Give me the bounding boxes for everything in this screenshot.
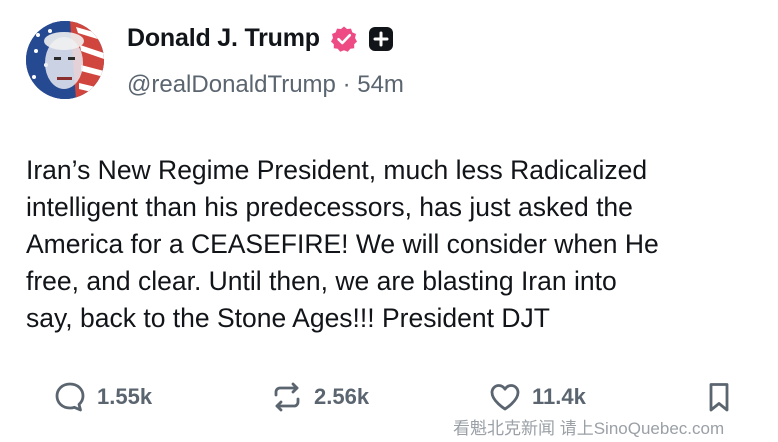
like-count: 11.4k xyxy=(532,384,586,409)
handle-row: @realDonaldTrump · 54m xyxy=(127,71,404,99)
watermark-text: 看魁北克新闻 请上SinoQuebec.com xyxy=(453,419,725,438)
heart-icon xyxy=(488,380,522,414)
author-name[interactable]: Donald J. Trump xyxy=(127,24,320,53)
avatar[interactable] xyxy=(26,21,104,99)
post-time[interactable]: 54m xyxy=(357,71,404,98)
post-text-line: America for a CEASEFIRE! We will conside… xyxy=(26,229,659,259)
separator-dot: · xyxy=(342,71,351,98)
plus-badge-icon xyxy=(368,26,394,52)
author-row: Donald J. Trump xyxy=(127,24,394,53)
post-text-line: free, and clear. Until then, we are blas… xyxy=(26,266,617,296)
author-handle[interactable]: @realDonaldTrump xyxy=(127,71,336,98)
post-text-line: intelligent than his predecessors, has j… xyxy=(26,192,633,222)
post-card: Donald J. Trump @realDonaldTrump · 54m I… xyxy=(0,0,778,442)
repost-icon xyxy=(270,380,304,414)
repost-button[interactable]: 2.56k xyxy=(270,372,369,422)
bookmark-icon xyxy=(702,380,736,414)
post-text-line: say, back to the Stone Ages!!! President… xyxy=(26,303,550,333)
verified-badge-icon xyxy=(330,25,358,53)
reply-count: 1.55k xyxy=(97,384,153,409)
post-text-line: Iran’s New Regime President, much less R… xyxy=(26,155,648,185)
reply-icon xyxy=(53,380,87,414)
reply-button[interactable]: 1.55k xyxy=(53,372,152,422)
repost-count: 2.56k xyxy=(314,384,370,409)
post-text: Iran’s New Regime President, much less R… xyxy=(26,152,774,337)
